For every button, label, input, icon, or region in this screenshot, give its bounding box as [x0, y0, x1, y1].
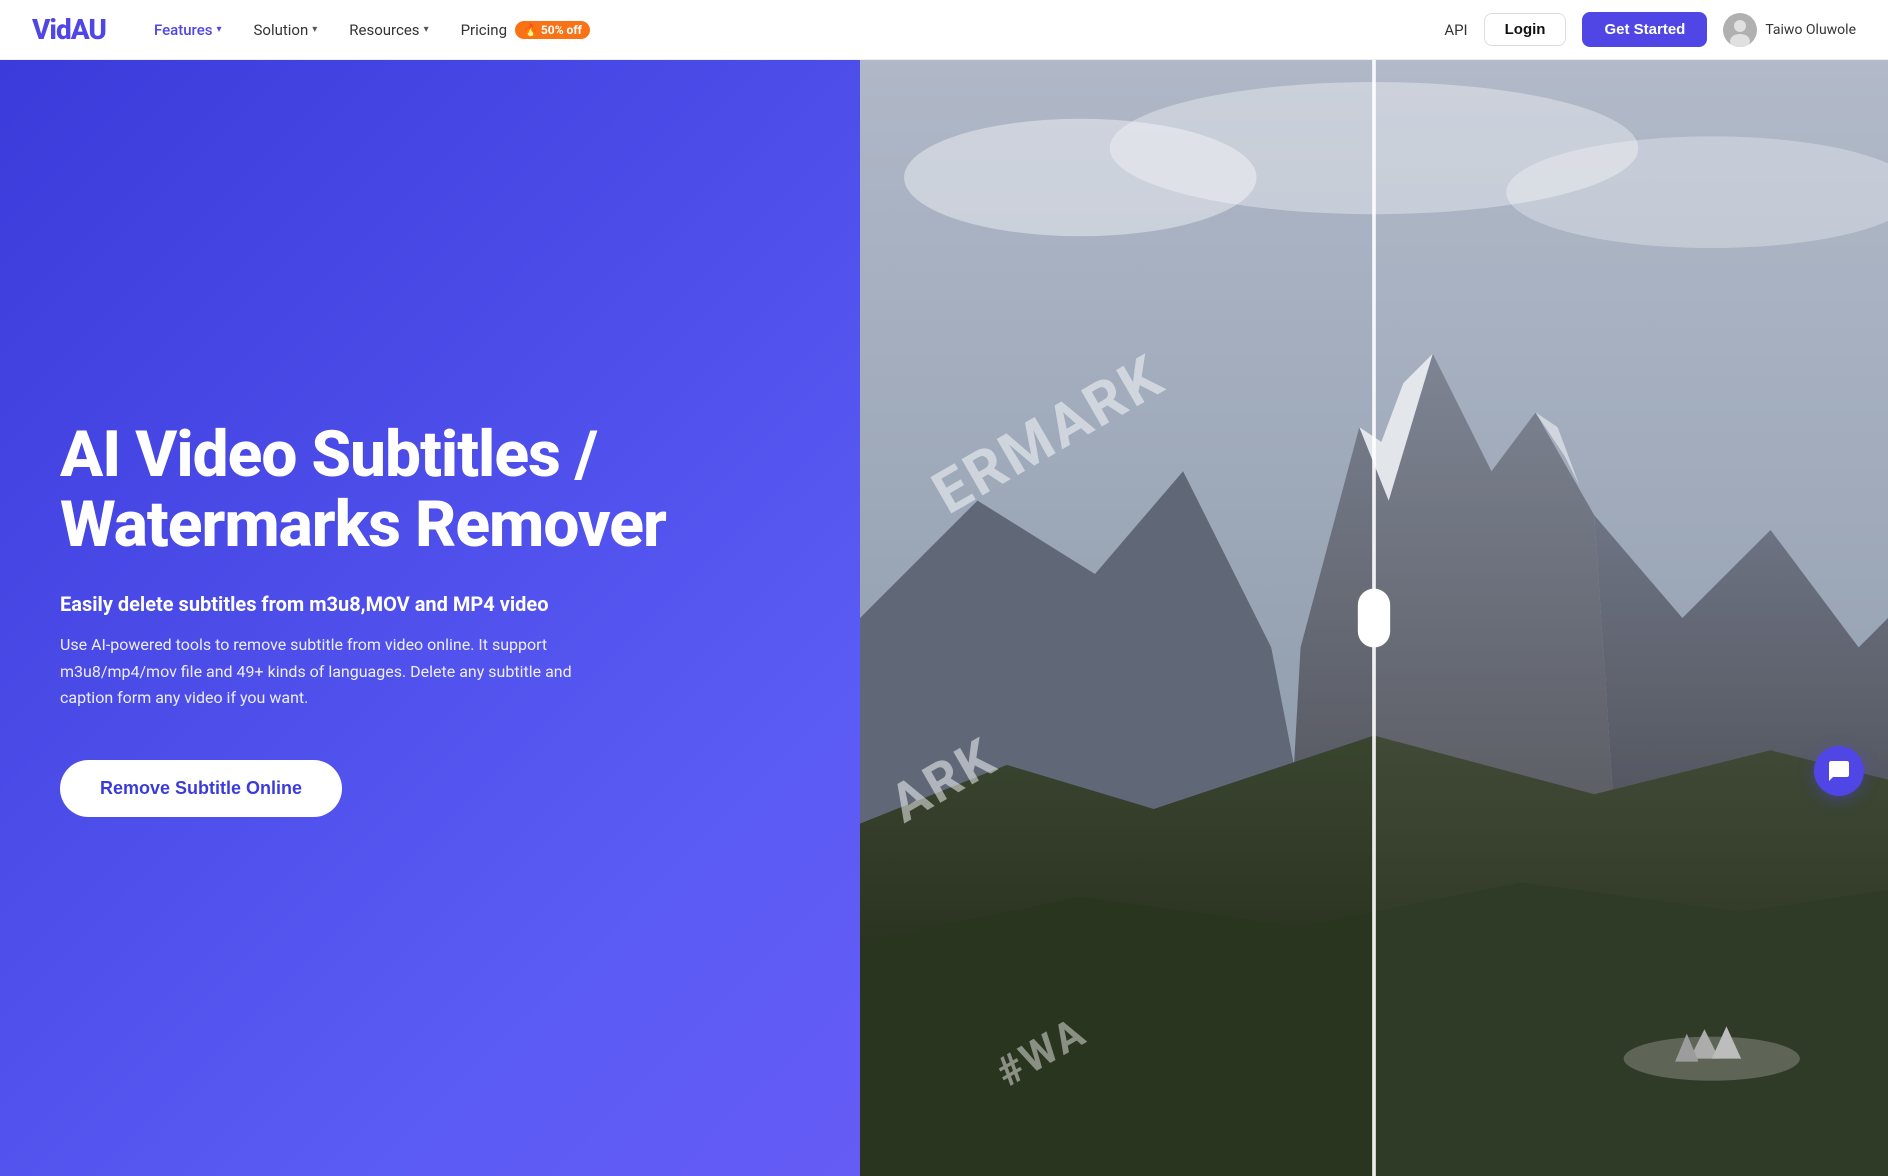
- nav-solution[interactable]: Solution ▾: [253, 21, 317, 39]
- chevron-down-icon: ▾: [312, 24, 317, 35]
- hero-section: AI Video Subtitles /Watermarks Remover E…: [0, 60, 1888, 1176]
- nav-right: API Login Get Started Taiwo Oluwole: [1444, 12, 1856, 47]
- chevron-down-icon: ▾: [216, 24, 221, 35]
- hero-title: AI Video Subtitles /Watermarks Remover: [60, 420, 800, 561]
- chat-bubble[interactable]: [1814, 746, 1864, 796]
- login-button[interactable]: Login: [1484, 13, 1567, 46]
- discount-badge: 🔥 50% off: [515, 21, 590, 39]
- cta-button[interactable]: Remove Subtitle Online: [60, 760, 342, 817]
- hero-right: ERMARK ARK #WA: [860, 60, 1888, 1176]
- logo[interactable]: VidAU: [32, 13, 106, 46]
- user-info[interactable]: Taiwo Oluwole: [1723, 13, 1856, 47]
- nav-api[interactable]: API: [1444, 21, 1467, 39]
- hero-subtitle: Easily delete subtitles from m3u8,MOV an…: [60, 592, 800, 616]
- user-name: Taiwo Oluwole: [1765, 22, 1856, 38]
- nav-features[interactable]: Features ▾: [154, 21, 222, 39]
- mountain-svg: ERMARK ARK #WA: [860, 60, 1888, 1176]
- avatar: [1723, 13, 1757, 47]
- pricing-wrap: Pricing 🔥 50% off: [461, 21, 590, 39]
- nav-links: Features ▾ Solution ▾ Resources ▾ Pricin…: [154, 21, 1444, 39]
- get-started-button[interactable]: Get Started: [1582, 12, 1707, 47]
- chevron-down-icon: ▾: [424, 24, 429, 35]
- nav-pricing[interactable]: Pricing: [461, 21, 507, 39]
- chat-icon: [1827, 759, 1851, 783]
- video-preview: ERMARK ARK #WA: [860, 60, 1888, 1176]
- hero-description: Use AI-powered tools to remove subtitle …: [60, 632, 620, 711]
- navbar: VidAU Features ▾ Solution ▾ Resources ▾ …: [0, 0, 1888, 60]
- hero-left: AI Video Subtitles /Watermarks Remover E…: [0, 60, 860, 1176]
- nav-resources[interactable]: Resources ▾: [349, 21, 428, 39]
